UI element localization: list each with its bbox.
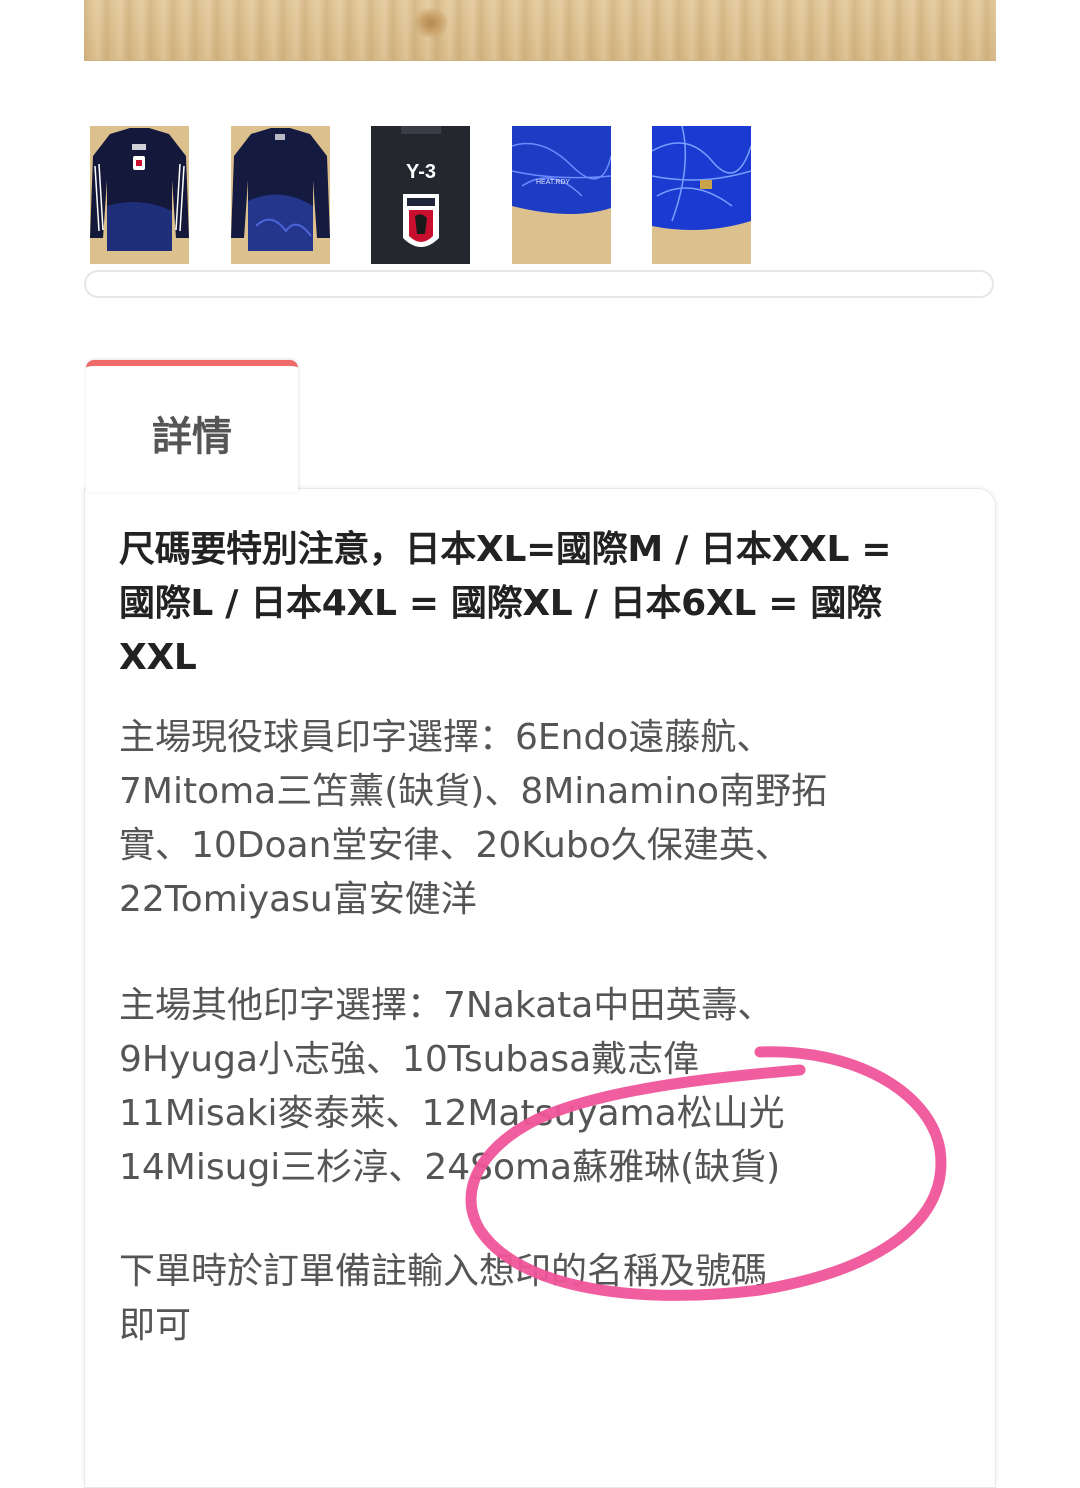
home-players-line: 主場現役球員印字選擇：6Endo遠藤航、 [119,717,773,758]
order-note-line: 即可 [119,1305,192,1346]
home-others-line: 14Misugi三杉淳、24Soma蘇雅琳(缺貨) [119,1147,781,1188]
home-others-line: 主場其他印字選擇：7Nakata中田英壽、 [119,985,774,1026]
size-note: 尺碼要特別注意，日本XL=國際M / 日本XXL = 國際L / 日本4XL =… [119,523,979,685]
home-others-line: 11Misaki麥泰萊、12Matsuyama松山光 [119,1093,785,1134]
svg-text:Y-3: Y-3 [406,161,436,183]
jersey-front-icon [90,126,189,264]
size-note-line: 尺碼要特別注意，日本XL=國際M / 日本XXL = [119,529,892,570]
wood-knot [414,8,448,38]
size-note-line: XXL [119,637,197,678]
product-main-image [84,0,996,61]
thumbnail-strip: Y-3 HEAT.RDY [90,126,770,264]
thumbnail-jersey-back[interactable] [231,126,330,264]
size-note-line: 國際L / 日本4XL = 國際XL / 日本6XL = 國際 [119,583,882,624]
tab-details-label: 詳情 [152,414,232,460]
order-note-line: 下單時於訂單備註輸入想印的名稱及號碼 [119,1251,768,1292]
home-players-line: 22Tomiyasu富安健洋 [119,879,477,920]
order-note: 下單時於訂單備註輸入想印的名稱及號碼 即可 [119,1245,979,1353]
svg-text:HEAT.RDY: HEAT.RDY [536,179,570,186]
thumbnail-jersey-detail[interactable]: HEAT.RDY [512,126,611,264]
thumbnail-jersey-front[interactable] [90,126,189,264]
home-others-line: 9Hyuga小志強、10Tsubasa戴志偉 [119,1039,700,1080]
home-others-note: 主場其他印字選擇：7Nakata中田英壽、 9Hyuga小志強、10Tsubas… [119,979,979,1195]
home-players-note: 主場現役球員印字選擇：6Endo遠藤航、 7Mitoma三笘薰(缺貨)、8Min… [119,711,979,927]
home-players-line: 實、10Doan堂安律、20Kubo久保建英、 [119,825,791,866]
thumbnail-jersey-crest[interactable]: Y-3 [371,126,470,264]
thumbnail-scrollbar[interactable] [84,270,994,298]
home-players-line: 7Mitoma三笘薰(缺貨)、8Minamino南野拓 [119,771,828,812]
jersey-crest-icon: Y-3 [371,126,470,264]
jersey-detail-icon: HEAT.RDY [512,126,611,264]
jersey-sleeve-icon [652,126,751,264]
jersey-back-icon [231,126,330,264]
tab-details[interactable]: 詳情 [86,360,298,492]
thumbnail-jersey-sleeve[interactable] [652,126,751,264]
description-panel: 尺碼要特別注意，日本XL=國際M / 日本XXL = 國際L / 日本4XL =… [84,488,996,1488]
